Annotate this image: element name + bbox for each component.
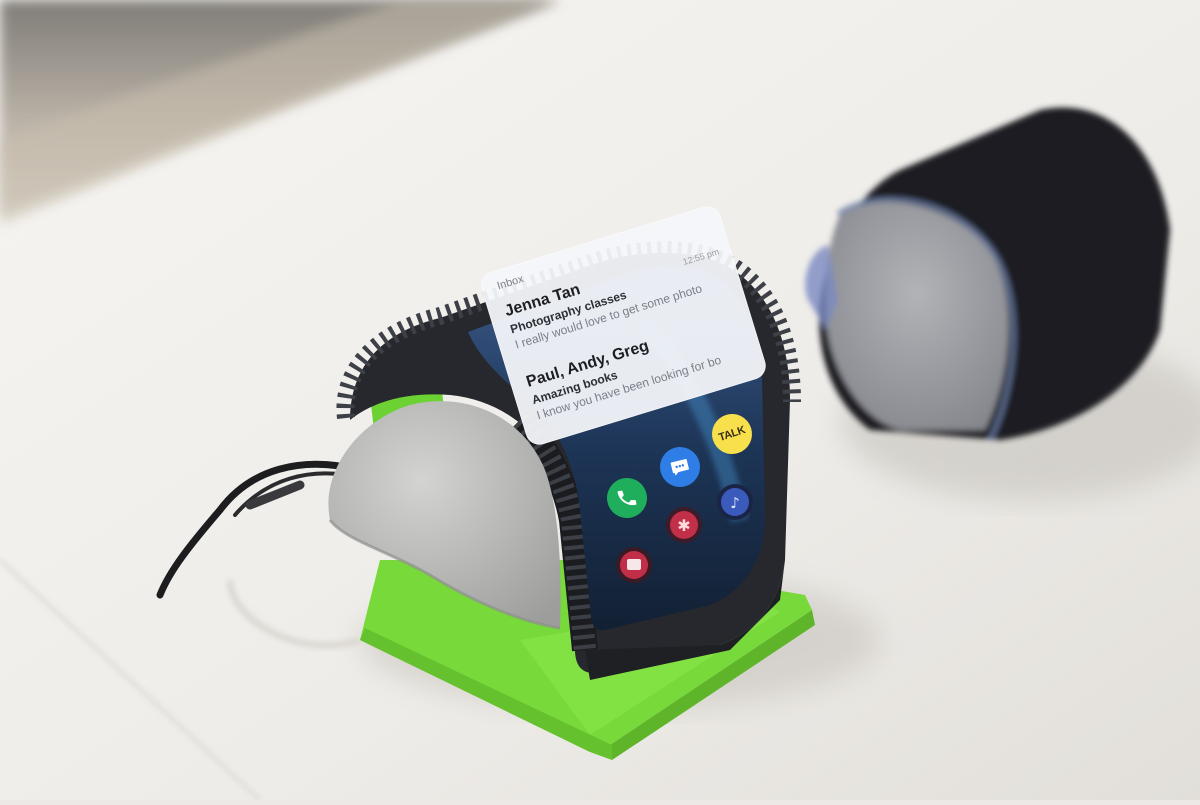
chat-bubble-glyph-icon	[670, 458, 689, 476]
scene-illustration: ✱ ♪	[0, 0, 1200, 802]
kakao-talk-label: TALK	[717, 424, 747, 444]
photo-scene: ✱ ♪ Inbox 12:55 pm Jenna Tan Photography…	[0, 0, 1200, 802]
svg-text:✱: ✱	[677, 516, 690, 535]
phone-glyph-icon	[617, 490, 637, 506]
svg-text:♪: ♪	[730, 494, 740, 512]
